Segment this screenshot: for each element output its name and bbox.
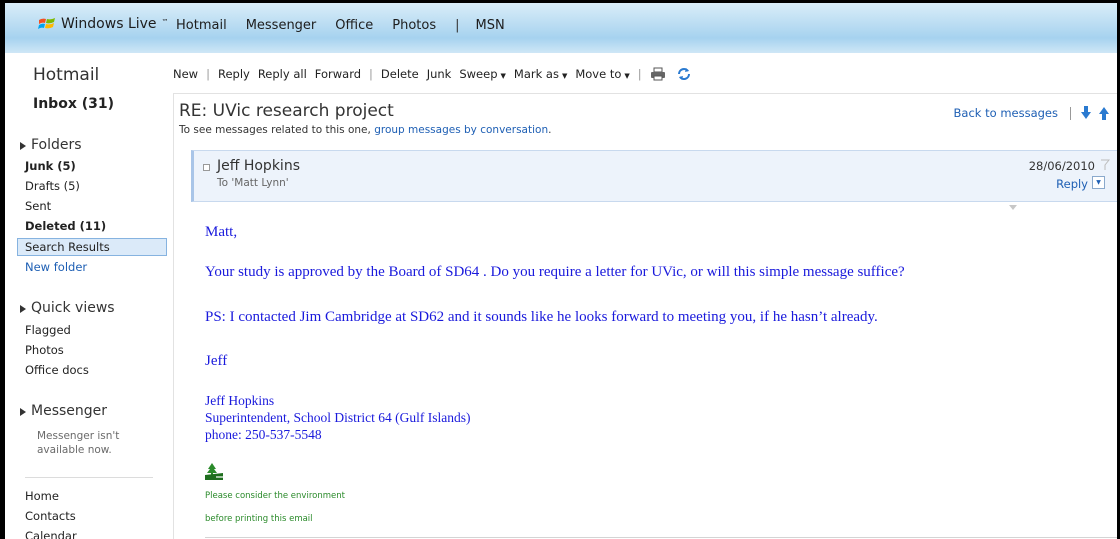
collapse-triangle-icon[interactable] (20, 141, 26, 150)
collapse-message-icon[interactable] (203, 164, 210, 171)
quickviews-heading-label: Quick views (31, 300, 115, 316)
sidebar-item-search-results[interactable]: Search Results (25, 240, 110, 254)
sidebar-item-junk[interactable]: Junk (5) (25, 159, 76, 173)
chevron-down-icon: ▼ (500, 72, 506, 80)
sidebar-item-flagged[interactable]: Flagged (25, 323, 71, 337)
windows-live-brand[interactable]: Windows Live ™ (38, 16, 169, 32)
signature-name: Jeff Hopkins (205, 393, 275, 408)
body-paragraph: PS: I contacted Jim Cambridge at SD62 an… (205, 309, 878, 325)
related-prefix: To see messages related to this one, (179, 124, 375, 136)
folders-heading-label: Folders (31, 137, 82, 153)
tree-environment-icon (205, 462, 223, 480)
body-signoff: Jeff (205, 353, 228, 369)
sidebar-item-drafts[interactable]: Drafts (5) (25, 179, 80, 193)
new-folder-link[interactable]: New folder (25, 260, 87, 274)
nav-separator (1070, 106, 1071, 120)
sidebar-item-inbox[interactable]: Inbox (31) (33, 96, 114, 112)
toolbar-separator: | (206, 67, 210, 81)
brand-tm: ™ (161, 18, 169, 26)
messenger-status: Messenger isn't available now. (37, 430, 120, 456)
windows-live-logo-icon (38, 17, 56, 31)
reply-link[interactable]: Reply (1056, 177, 1088, 191)
message-date: 28/06/2010 (1028, 159, 1095, 173)
sidebar-item-office-docs[interactable]: Office docs (25, 363, 89, 377)
sidebar-item-home[interactable]: Home (25, 489, 59, 503)
related-messages-hint: To see messages related to this one, gro… (179, 124, 551, 136)
sidebar-item-calendar[interactable]: Calendar (25, 529, 77, 539)
refresh-icon[interactable] (676, 67, 692, 81)
environment-note: before printing this email (205, 514, 313, 524)
toolbar: New | Reply Reply all Forward | Delete J… (173, 67, 702, 81)
reply-dropdown-icon[interactable]: ▼ (1092, 176, 1105, 189)
sidebar-app-title[interactable]: Hotmail (33, 65, 99, 85)
sweep-label: Sweep (459, 67, 498, 81)
new-button[interactable]: New (173, 67, 198, 81)
group-by-conversation-link[interactable]: group messages by conversation (374, 124, 548, 136)
sidebar-item-contacts[interactable]: Contacts (25, 509, 76, 523)
chevron-down-icon: ▼ (624, 72, 630, 80)
back-to-messages-link[interactable]: Back to messages (954, 106, 1058, 120)
nav-office[interactable]: Office (335, 18, 373, 33)
browser-frame: Windows Live ™ Hotmail Messenger Office P… (5, 3, 1117, 539)
email-signature: Jeff Hopkins Superintendent, School Dist… (205, 392, 470, 443)
body-divider (205, 537, 1117, 538)
mark-as-label: Mark as (513, 67, 559, 81)
messenger-heading-label: Messenger (31, 403, 108, 419)
message-header: Jeff Hopkins To 'Matt Lynn' 28/06/2010 R… (191, 150, 1117, 202)
toolbar-separator: | (369, 67, 373, 81)
move-to-button[interactable]: Move to ▼ (575, 67, 629, 81)
signature-title: Superintendent, School District 64 (Gulf… (205, 410, 471, 425)
previous-message-arrow-icon[interactable] (1099, 106, 1109, 120)
nav-separator: | (455, 18, 460, 33)
sidebar-item-sent[interactable]: Sent (25, 199, 51, 213)
collapse-triangle-icon[interactable] (20, 407, 26, 416)
message-nav: Back to messages (954, 106, 1117, 120)
toolbar-separator: | (637, 67, 642, 81)
junk-button[interactable]: Junk (427, 67, 452, 81)
delete-button[interactable]: Delete (381, 67, 419, 81)
reply-button[interactable]: Reply (218, 67, 250, 81)
sidebar: Hotmail Inbox (31) Folders Junk (5) Draf… (5, 53, 167, 539)
brand-text: Windows Live (61, 16, 157, 32)
sidebar-item-photos[interactable]: Photos (25, 343, 64, 357)
top-header: Windows Live ™ Hotmail Messenger Office P… (5, 3, 1117, 53)
collapse-triangle-icon[interactable] (20, 304, 26, 313)
expand-triangle-icon[interactable] (1009, 205, 1017, 210)
printer-icon[interactable] (650, 67, 666, 81)
body-greeting: Matt, (205, 224, 238, 240)
top-nav: Hotmail Messenger Office Photos | MSN (176, 18, 524, 33)
nav-photos[interactable]: Photos (392, 18, 436, 33)
message-subject: RE: UVic research project (179, 101, 394, 121)
forward-button[interactable]: Forward (315, 67, 361, 81)
chevron-down-icon: ▼ (561, 72, 568, 80)
reply-all-button[interactable]: Reply all (258, 67, 307, 81)
move-to-label: Move to (575, 67, 622, 81)
folders-heading[interactable]: Folders (19, 137, 82, 153)
nav-msn[interactable]: MSN (475, 18, 504, 33)
sweep-button[interactable]: Sweep ▼ (459, 67, 506, 81)
body-paragraph: Your study is approved by the Board of S… (205, 264, 905, 280)
sidebar-divider (25, 477, 153, 478)
signature-phone: phone: 250-537-5548 (205, 427, 322, 442)
nav-messenger[interactable]: Messenger (246, 18, 317, 33)
recipient-line: To 'Matt Lynn' (217, 177, 289, 189)
nav-hotmail[interactable]: Hotmail (176, 18, 227, 33)
flag-icon[interactable] (1100, 159, 1111, 171)
quickviews-heading[interactable]: Quick views (19, 300, 115, 316)
reading-pane: RE: UVic research project To see message… (173, 93, 1117, 539)
environment-note: Please consider the environment (205, 491, 345, 501)
sidebar-item-deleted[interactable]: Deleted (11) (25, 219, 106, 233)
sender-name[interactable]: Jeff Hopkins (217, 158, 300, 174)
mark-as-button[interactable]: Mark as ▼ (514, 67, 567, 81)
related-suffix: . (548, 124, 552, 136)
next-message-arrow-icon[interactable] (1081, 106, 1091, 120)
messenger-heading[interactable]: Messenger (19, 403, 107, 419)
